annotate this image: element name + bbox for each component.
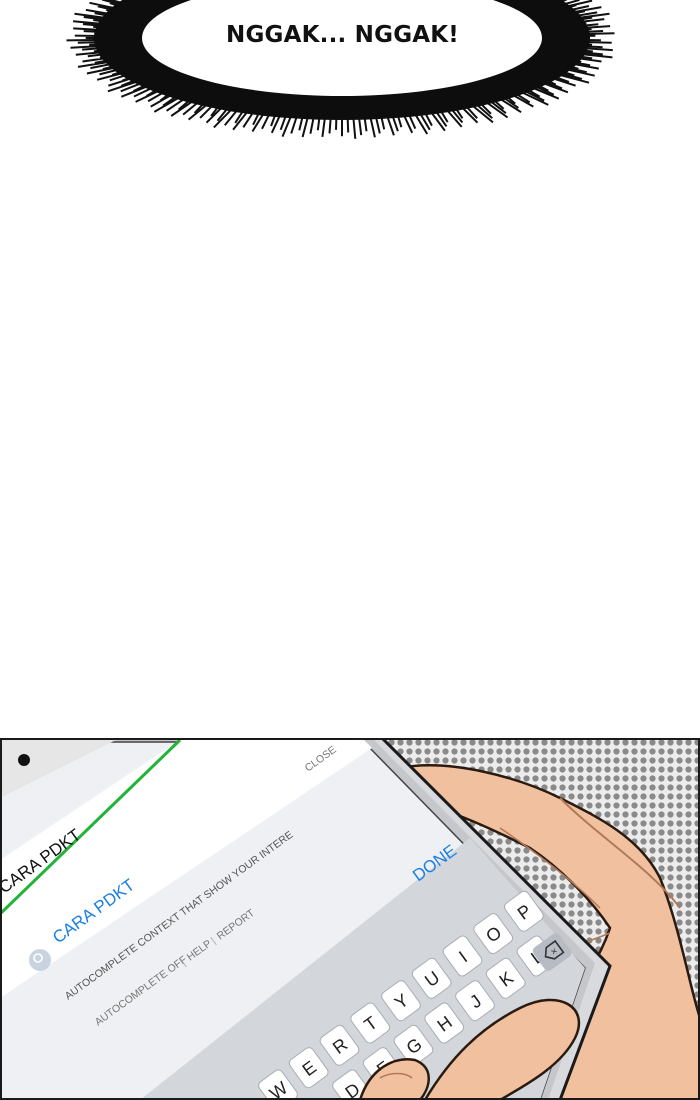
speech-bubble: NGGAK... NGGAK! [0,0,700,160]
speech-text: NGGAK... NGGAK! [226,22,459,48]
phone-illustration: CARA PDKT CARA PDKT AUTOCOMPLETE CONTEXT… [0,738,700,1100]
front-camera-icon [18,754,30,766]
panel-gutter [0,160,700,738]
comic-panel-phone: CARA PDKT CARA PDKT AUTOCOMPLETE CONTEXT… [0,738,700,1100]
search-icon [29,949,51,971]
